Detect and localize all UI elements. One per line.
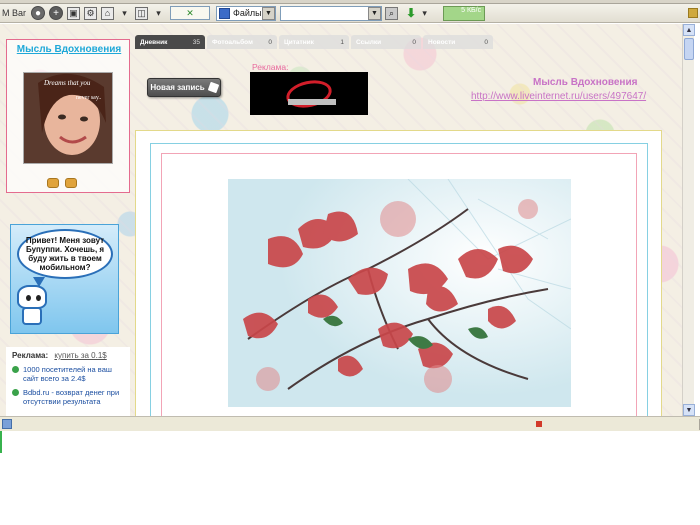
tab-label: Фотоальбом (212, 38, 253, 46)
status-box[interactable]: ✕ (170, 6, 211, 20)
post-frame-bottom (150, 410, 648, 416)
bullet-icon (12, 389, 19, 396)
tab-news[interactable]: Новости 0 (423, 35, 493, 49)
files-dropdown[interactable]: Файлы ▼ (216, 5, 277, 21)
ad-banner[interactable] (250, 72, 368, 115)
mascot-character (17, 285, 47, 327)
tab-label: Новости (428, 38, 456, 46)
ad-link[interactable]: 1000 посетителей на ваш сайт всего за 2.… (23, 365, 124, 383)
blog-name-link[interactable]: Мысль Вдохновения (7, 44, 131, 55)
chevron-down-icon[interactable]: ▼ (262, 6, 276, 20)
scroll-thumb[interactable] (684, 38, 694, 60)
scroll-down-icon[interactable]: ▼ (683, 404, 695, 416)
home-icon[interactable]: ⌂ (101, 6, 115, 20)
site-title[interactable]: Мысль Вдохновения (533, 77, 637, 88)
chevron-down-icon[interactable]: ▼ (368, 6, 382, 20)
site-url-link[interactable]: http://www.liveinternet.ru/users/497647/ (471, 91, 646, 102)
gift-icon[interactable] (65, 178, 77, 188)
settings-icon[interactable]: ⚙ (84, 6, 98, 20)
blog-tabs: Дневник 35 Фотоальбом 0 Цитатник 1 Ссылк… (135, 35, 493, 49)
tab-count: 1 (340, 38, 344, 46)
ad-item[interactable]: Bdbd.ru - возврат денег при отсутствии р… (12, 388, 124, 406)
avatar[interactable]: Dreams that you never say.. (23, 72, 113, 164)
tab-count: 0 (412, 38, 416, 46)
dropdown-arrow-icon[interactable]: ▾ (418, 7, 431, 20)
ad-label: Реклама: (252, 62, 289, 72)
browser-window: M Bar ● + ▣ ⚙ ⌂ ▾ ◫ ▾ ✕ Файлы ▼ ▼ ⌕ ⬇ ▾ … (0, 0, 700, 525)
post-image[interactable] (228, 179, 571, 407)
pencil-icon (207, 81, 219, 94)
status-bar (0, 416, 700, 431)
vertical-scrollbar[interactable]: ▲ ▼ (682, 24, 695, 416)
mascot-banner[interactable]: Привет! Меня зовут Бупуппи. Хочешь, я бу… (10, 224, 119, 334)
tab-links[interactable]: Ссылки 0 (351, 35, 421, 49)
desktop-edge (0, 431, 2, 453)
like-icon[interactable] (47, 178, 59, 188)
avatar-image: Dreams that you never say.. (24, 73, 112, 163)
speech-bubble: Привет! Меня зовут Бупуппи. Хочешь, я бу… (17, 229, 113, 279)
profile-actions (47, 178, 77, 188)
plus-icon[interactable]: + (49, 6, 64, 20)
ads-header: Реклама: купить за 0.1$ (12, 351, 124, 360)
browser-toolbar: M Bar ● + ▣ ⚙ ⌂ ▾ ◫ ▾ ✕ Файлы ▼ ▼ ⌕ ⬇ ▾ … (0, 4, 700, 23)
new-post-button[interactable]: Новая запись (147, 78, 221, 97)
tab-photoalbum[interactable]: Фотоальбом 0 (207, 35, 277, 49)
profile-card: Мысль Вдохновения Dreams that you never … (6, 39, 130, 193)
toolbar-label: M Bar (2, 8, 27, 18)
ads-block: Реклама: купить за 0.1$ 1000 посетителей… (6, 347, 130, 416)
page-icon[interactable]: ◫ (135, 6, 149, 20)
download-icon[interactable]: ⬇ (406, 6, 416, 20)
tab-label: Цитатник (284, 38, 314, 46)
search-icon[interactable]: ⌕ (385, 6, 399, 20)
ads-title: Реклама: (12, 351, 49, 360)
dropdown-arrow-icon[interactable]: ▾ (152, 7, 165, 20)
dropdown-arrow-icon[interactable]: ▾ (118, 7, 131, 20)
scroll-up-icon[interactable]: ▲ (683, 24, 695, 36)
speed-indicator: 5 КБ/с (443, 5, 486, 21)
tab-quotes[interactable]: Цитатник 1 (279, 35, 349, 49)
page-status-icon (2, 419, 12, 429)
tab-count: 0 (484, 38, 488, 46)
page-content: Мысль Вдохновения Dreams that you never … (0, 24, 682, 416)
ad-item[interactable]: 1000 посетителей на ваш сайт всего за 2.… (12, 365, 124, 383)
post-container (135, 130, 662, 416)
folder-icon (219, 7, 231, 19)
ad-link[interactable]: Bdbd.ru - возврат денег при отсутствии р… (23, 388, 124, 406)
globe-icon[interactable]: ● (31, 6, 46, 20)
search-input[interactable]: ▼ (280, 5, 383, 21)
tab-label: Ссылки (356, 38, 382, 46)
security-indicator-icon (536, 421, 542, 427)
tab-label: Дневник (140, 38, 168, 46)
svg-text:Dreams that you: Dreams that you (43, 79, 91, 87)
banner-logo (274, 76, 344, 111)
toolbar-end-icon[interactable] (688, 8, 698, 18)
bullet-icon (12, 366, 19, 373)
tab-count: 0 (268, 38, 272, 46)
files-label: Файлы (233, 8, 262, 18)
ads-buy-link[interactable]: купить за 0.1$ (54, 351, 106, 360)
tab-count: 35 (192, 38, 200, 46)
flower-photo (228, 179, 571, 407)
window-icon[interactable]: ▣ (67, 6, 81, 20)
new-post-label: Новая запись (150, 83, 205, 92)
tab-diary[interactable]: Дневник 35 (135, 35, 205, 49)
svg-text:never say..: never say.. (76, 95, 102, 101)
